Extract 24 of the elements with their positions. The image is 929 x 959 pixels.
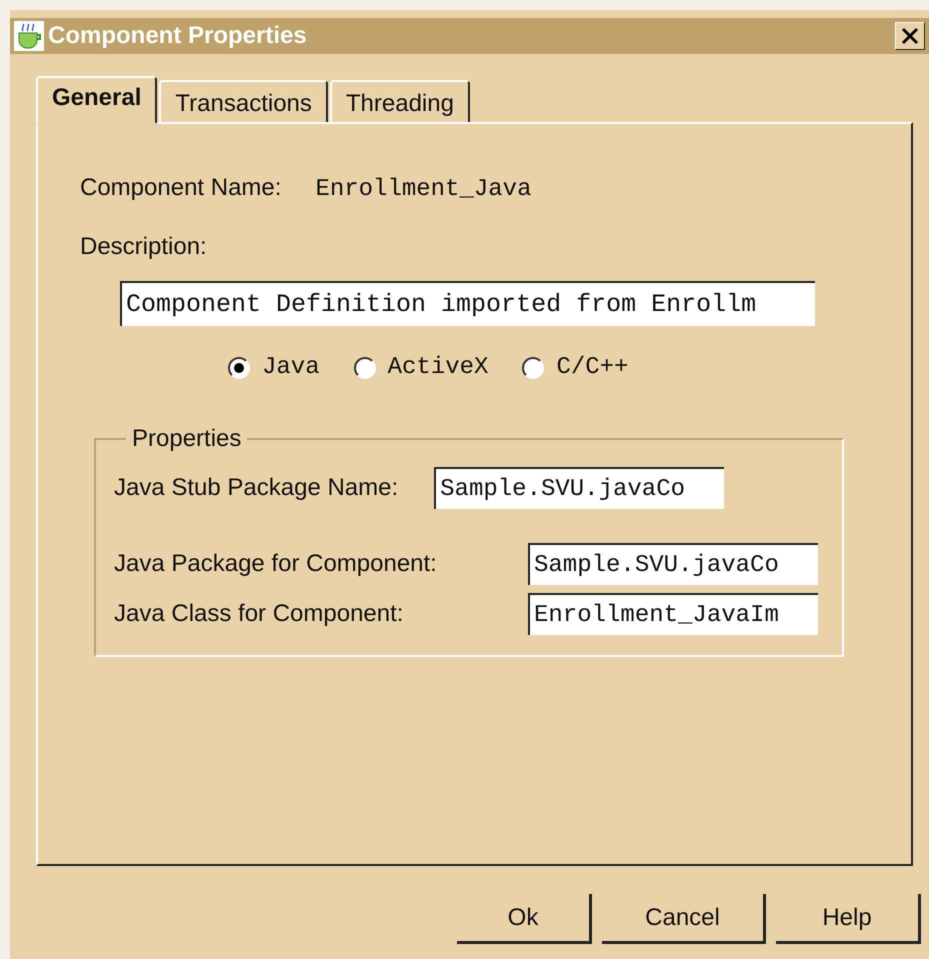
radio-option[interactable]: ActiveX [354,354,488,381]
input-field[interactable]: Sample.SVU.javaCo [528,543,818,585]
tab[interactable]: Threading [330,80,470,122]
group-title: Properties [131,425,242,453]
field-label: Java Package for Component: [114,550,438,578]
field-label: Java Class for Component: [114,600,404,628]
close-icon [901,27,919,45]
field-label: Description: [80,233,208,261]
field-label: Component Name: [80,174,282,202]
tab[interactable]: Transactions [159,80,328,122]
dialog-button[interactable]: Cancel [602,894,766,944]
cup-icon [14,21,44,51]
input-field[interactable]: Enrollment_JavaIm [528,593,818,635]
dialog-button[interactable]: Ok [457,894,592,944]
input-field[interactable]: Sample.SVU.javaCo [434,467,724,509]
radio-option[interactable]: C/C++ [522,354,628,381]
close-button[interactable] [895,22,925,50]
dialog-button[interactable]: Help [776,894,921,944]
field-label: Java Stub Package Name: [114,474,398,502]
component-name: Enrollment_Java [315,176,532,203]
description-field[interactable]: Component Definition imported from Enrollm [120,281,815,326]
tab[interactable]: General [36,76,158,124]
window-title: Component Properties [48,22,308,50]
radio-option[interactable]: Java [228,354,320,381]
